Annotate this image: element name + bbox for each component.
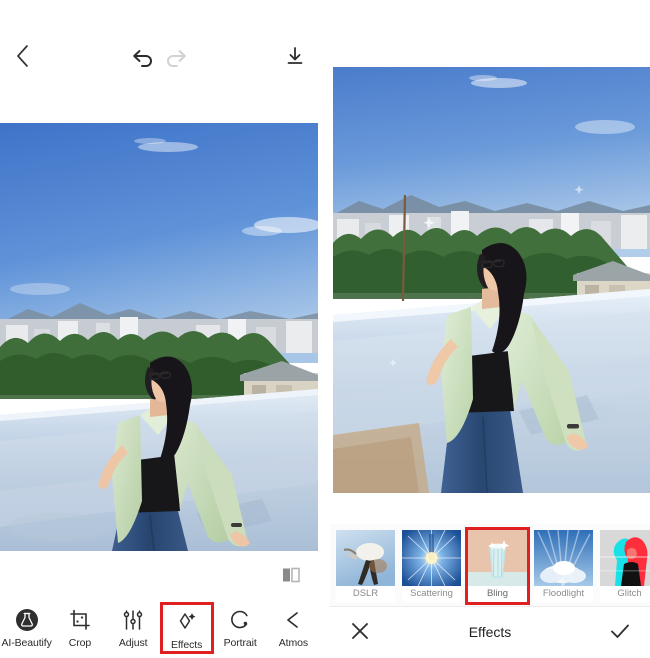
floodlight-thumb (534, 530, 593, 586)
dslr-thumb (336, 530, 395, 586)
tool-navigation-bar: AI-Beautify Crop Adjust Effects Portrait… (0, 602, 320, 658)
tool-effects[interactable]: Effects (159, 602, 214, 654)
redo-arrow-icon (167, 50, 186, 67)
effect-label: Bling (468, 586, 527, 602)
glitch-thumb (600, 530, 650, 586)
sparkle-icon (175, 609, 199, 635)
confirm-button[interactable] (608, 619, 632, 643)
effects-action-bar: Effects (330, 606, 650, 658)
photo-original-render (0, 123, 318, 551)
undo-button[interactable] (126, 40, 160, 74)
app-screen: AI-Beautify Crop Adjust Effects Portrait… (0, 0, 650, 658)
tool-label: Crop (68, 637, 92, 649)
effect-item-floodlight[interactable]: Floodlight (534, 530, 593, 602)
photo-edited-render (333, 67, 650, 493)
flask-icon (15, 607, 39, 633)
effect-item-bling[interactable]: Bling (465, 527, 530, 605)
tool-adjust[interactable]: Adjust (107, 602, 160, 654)
redo-button[interactable] (159, 40, 193, 74)
effect-item-dslr[interactable]: DSLR (336, 530, 395, 602)
portrait-icon (228, 607, 252, 633)
tool-ai-beautify[interactable]: AI-Beautify (0, 602, 53, 654)
tool-label: Portrait (223, 637, 257, 649)
compare-toggle-button[interactable] (281, 565, 301, 585)
back-button[interactable] (6, 39, 40, 73)
crop-icon (68, 607, 92, 633)
tool-atmos[interactable]: Atmos (267, 602, 320, 654)
tool-label: Atmos (278, 637, 309, 649)
edited-photo[interactable] (333, 67, 650, 493)
tool-portrait[interactable]: Portrait (214, 602, 267, 654)
download-icon (287, 47, 303, 64)
tool-label: AI-Beautify (1, 637, 52, 649)
original-photo[interactable] (0, 123, 318, 551)
chevron-left-icon (281, 607, 305, 633)
chevron-left-icon (17, 45, 28, 67)
checkmark-icon (611, 624, 629, 638)
effect-item-glitch[interactable]: Glitch (600, 530, 650, 602)
effect-label: DSLR (336, 586, 395, 602)
effect-item-scattering[interactable]: Scattering (402, 530, 461, 602)
undo-arrow-icon (133, 50, 152, 67)
tool-label: Effects (171, 639, 203, 651)
bling-thumb (468, 530, 527, 586)
split-compare-icon (283, 567, 300, 583)
effect-label: Scattering (402, 586, 461, 602)
sliders-icon (121, 607, 145, 633)
top-toolbar (0, 0, 320, 123)
download-button[interactable] (278, 39, 312, 73)
effect-label: Floodlight (534, 586, 593, 602)
tool-crop[interactable]: Crop (53, 602, 106, 654)
effect-label: Glitch (600, 586, 650, 602)
scattering-thumb (402, 530, 461, 586)
effects-panel-title: Effects (468, 624, 512, 640)
right-editor-panel: DSLR Scattering Bling Floodlight Glitch … (330, 0, 650, 658)
left-editor-panel: AI-Beautify Crop Adjust Effects Portrait… (0, 0, 320, 658)
tool-label: Adjust (118, 637, 148, 649)
effects-thumbnail-strip[interactable]: DSLR Scattering Bling Floodlight Glitch (330, 524, 650, 606)
